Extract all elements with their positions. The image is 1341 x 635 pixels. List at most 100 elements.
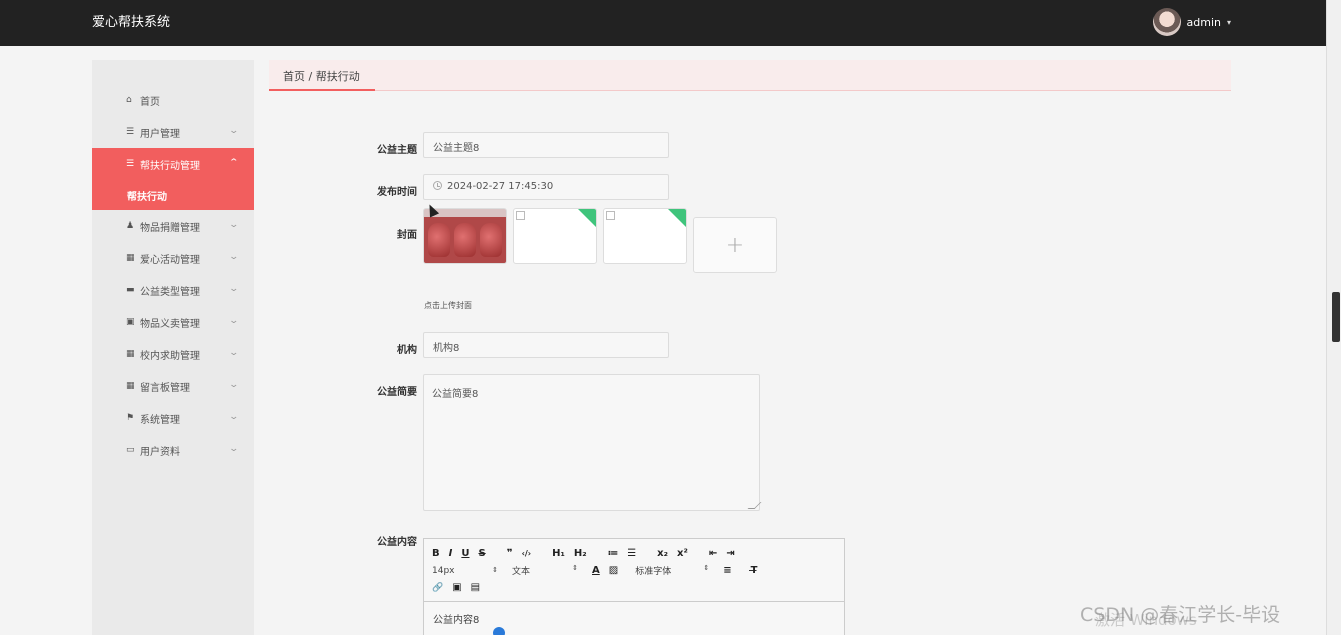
sidebar-item-label: 帮扶行动管理 xyxy=(140,160,200,172)
chevron-down-icon: ⌄ xyxy=(228,252,240,262)
select-arrow-icon: ⇕ xyxy=(703,564,710,572)
sidebar-item-activity-management[interactable]: ▦ 爱心活动管理 ⌄ xyxy=(92,242,254,274)
chevron-up-icon: ⌃ xyxy=(228,158,240,168)
h2-button[interactable]: H₂ xyxy=(574,548,587,559)
font-family-value: 标准字体 xyxy=(635,567,672,577)
resize-handle[interactable] xyxy=(747,502,762,509)
bullet-list-button[interactable]: ☰ xyxy=(627,548,636,559)
clock-icon xyxy=(433,181,442,190)
sidebar-item-label: 系统管理 xyxy=(140,414,180,426)
sidebar: ⌂ 首页 ☰ 用户管理 ⌄ ☰ 帮扶行动管理 ⌃ 帮扶行动 ♟ 物品捐赠管理 ⌄… xyxy=(92,60,254,635)
chevron-down-icon: ⌄ xyxy=(228,380,240,390)
h1-button[interactable]: H₁ xyxy=(552,548,565,559)
breadcrumb-underline xyxy=(269,89,375,91)
content-label: 公益内容 xyxy=(377,537,417,548)
font-size-select[interactable]: 14px ⇕ xyxy=(432,566,498,576)
caret-down-icon[interactable]: ▾ xyxy=(1227,18,1231,27)
success-corner-badge xyxy=(668,209,686,227)
font-color-button[interactable]: A xyxy=(592,565,600,576)
username[interactable]: admin xyxy=(1187,16,1221,29)
chevron-down-icon: ⌄ xyxy=(228,412,240,422)
sidebar-item-campus-help-management[interactable]: ▦ 校内求助管理 ⌄ xyxy=(92,338,254,370)
code-block-button[interactable]: ‹/› xyxy=(522,549,532,558)
font-family-select[interactable]: 标准字体 ⇕ xyxy=(635,564,709,577)
blockquote-button[interactable]: ❞ xyxy=(507,548,513,559)
canister-shape xyxy=(480,223,502,257)
cover-image-1[interactable] xyxy=(423,208,507,264)
grid-icon: ▦ xyxy=(126,349,135,359)
flag-icon: ⚑ xyxy=(126,413,135,423)
success-corner-badge xyxy=(578,209,596,227)
strike-button[interactable]: S xyxy=(478,548,485,559)
ordered-list-button[interactable]: ≔ xyxy=(608,548,619,559)
sidebar-item-message-board-management[interactable]: ▦ 留言板管理 ⌄ xyxy=(92,370,254,402)
scroll-indicator-dot xyxy=(493,627,505,635)
chevron-down-icon: ⌄ xyxy=(228,220,240,230)
avatar[interactable] xyxy=(1152,8,1181,36)
upload-hint: 点击上传封面 xyxy=(424,301,472,310)
clear-format-button[interactable]: T̶ xyxy=(751,565,758,576)
superscript-button[interactable]: x² xyxy=(677,548,688,559)
plus-icon: + xyxy=(725,232,745,258)
video-button[interactable]: ▤ xyxy=(471,582,480,593)
sidebar-item-sale-management[interactable]: ▣ 物品义卖管理 ⌄ xyxy=(92,306,254,338)
sidebar-item-help-action-management[interactable]: ☰ 帮扶行动管理 ⌃ xyxy=(92,148,254,180)
org-input[interactable]: 机构8 xyxy=(423,332,669,358)
sidebar-item-label: 首页 xyxy=(140,96,160,108)
sidebar-item-label: 公益类型管理 xyxy=(140,286,200,298)
image-button[interactable]: ▣ xyxy=(452,582,461,593)
scrollbar-thumb[interactable] xyxy=(1332,292,1340,342)
editor-content[interactable]: 公益内容8 xyxy=(424,602,844,635)
text-type-select[interactable]: 文本 ⇕ xyxy=(512,564,578,577)
sidebar-item-label: 用户资料 xyxy=(140,446,180,458)
canister-shape xyxy=(428,223,450,257)
chevron-down-icon: ⌄ xyxy=(228,316,240,326)
editor-toolbar: B I U S ❞ ‹/› H₁ H₂ ≔ ☰ x₂ x² ⇤ ⇥ 14px ⇕ xyxy=(424,539,844,602)
toolbar-row-3: 🔗 ▣ ▤ xyxy=(432,579,836,596)
page-scrollbar[interactable] xyxy=(1326,0,1341,635)
outdent-button[interactable]: ⇤ xyxy=(709,548,717,559)
summary-textarea[interactable]: 公益简要8 xyxy=(423,374,762,511)
csdn-watermark: CSDN @春江学长-毕设 xyxy=(1080,604,1281,626)
sidebar-item-label: 物品捐赠管理 xyxy=(140,222,200,234)
canister-shape xyxy=(454,223,476,257)
sidebar-item-home[interactable]: ⌂ 首页 xyxy=(92,84,254,116)
sidebar-item-system-management[interactable]: ⚑ 系统管理 ⌄ xyxy=(92,402,254,434)
org-label: 机构 xyxy=(397,345,417,356)
topic-input[interactable]: 公益主题8 xyxy=(423,132,669,158)
cover-image-2[interactable] xyxy=(513,208,597,264)
align-button[interactable]: ≡ xyxy=(723,565,731,576)
sidebar-item-charity-type-management[interactable]: ▬ 公益类型管理 ⌄ xyxy=(92,274,254,306)
sidebar-subitem-help-action[interactable]: 帮扶行动 xyxy=(92,180,254,210)
toolbar-row-2: 14px ⇕ 文本 ⇕ A ▨ 标准字体 ⇕ ≡ T̶ xyxy=(432,562,836,579)
sidebar-item-donation-management[interactable]: ♟ 物品捐赠管理 ⌄ xyxy=(92,210,254,242)
rich-text-editor[interactable]: B I U S ❞ ‹/› H₁ H₂ ≔ ☰ x₂ x² ⇤ ⇥ 14px ⇕ xyxy=(423,538,845,635)
sidebar-item-label: 校内求助管理 xyxy=(140,350,200,362)
indent-button[interactable]: ⇥ xyxy=(726,548,734,559)
italic-button[interactable]: I xyxy=(449,548,453,559)
underline-button[interactable]: U xyxy=(461,548,469,559)
sidebar-item-user-profile[interactable]: ▭ 用户资料 ⌄ xyxy=(92,434,254,466)
list-icon: ☰ xyxy=(126,159,135,169)
grid-icon: ▦ xyxy=(126,253,135,263)
time-input[interactable]: 2024-02-27 17:45:30 xyxy=(423,174,669,200)
sidebar-item-label: 物品义卖管理 xyxy=(140,318,200,330)
sidebar-item-user-management[interactable]: ☰ 用户管理 ⌄ xyxy=(92,116,254,148)
app-title: 爱心帮扶系统 xyxy=(92,15,171,30)
link-button[interactable]: 🔗 xyxy=(432,583,443,593)
upload-cover-button[interactable]: + xyxy=(693,217,777,273)
subscript-button[interactable]: x₂ xyxy=(657,548,668,559)
chevron-down-icon: ⌄ xyxy=(228,348,240,358)
time-label: 发布时间 xyxy=(377,187,417,198)
font-size-value: 14px xyxy=(432,565,455,576)
breadcrumb[interactable]: 首页 / 帮扶行动 xyxy=(283,68,360,84)
broken-image-icon xyxy=(606,211,615,220)
bold-button[interactable]: B xyxy=(432,548,440,559)
background-color-button[interactable]: ▨ xyxy=(609,565,618,576)
time-value: 2024-02-27 17:45:30 xyxy=(447,181,554,192)
chevron-down-icon: ⌄ xyxy=(228,444,240,454)
cover-image-3[interactable] xyxy=(603,208,687,264)
sidebar-item-label: 留言板管理 xyxy=(140,382,190,394)
home-icon: ⌂ xyxy=(126,95,132,105)
user-menu[interactable]: admin ▾ xyxy=(1152,8,1231,36)
